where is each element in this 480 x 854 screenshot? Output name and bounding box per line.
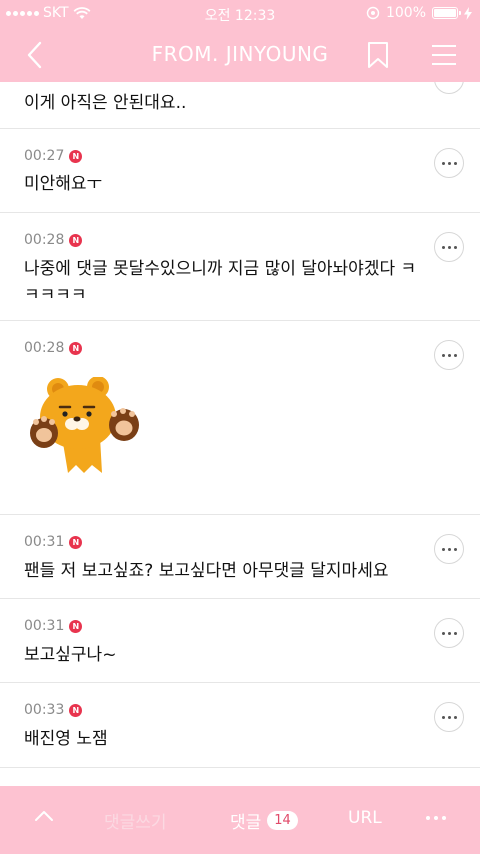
message-time: 00:33 — [24, 702, 65, 718]
message-meta: 00:28 N — [24, 232, 83, 248]
message-meta: 00:31 N — [24, 618, 83, 634]
comments-button[interactable]: 댓글 14 — [230, 808, 298, 833]
new-badge: N — [69, 341, 83, 355]
message-item: 00:28 N — [0, 321, 480, 515]
chevron-up-icon — [35, 811, 53, 821]
message-item: 이게 아직은 안된대요.. — [0, 82, 480, 129]
more-menu-button[interactable] — [426, 816, 446, 820]
write-comment-label: 댓글쓰기 — [104, 813, 167, 833]
status-bar: SKT 오전 12:33 100% — [0, 0, 480, 28]
orientation-lock-icon — [366, 6, 380, 20]
new-badge: N — [69, 233, 83, 247]
message-time: 00:31 — [24, 618, 65, 634]
page-title: FROM. JINYOUNG — [151, 42, 329, 66]
top-bar: SKT 오전 12:33 100% FROM. JINYOUNG — [0, 0, 480, 82]
charging-bolt-icon — [464, 6, 472, 20]
message-text: 팬들 저 보고싶죠? 보고싶다면 아무댓글 달지마세요 — [24, 561, 389, 581]
nav-bar: FROM. JINYOUNG — [0, 28, 480, 82]
more-options-button[interactable] — [434, 82, 464, 94]
message-text: 나중에 댓글 못달수있으니까 지금 많이 달아놔야겠다 ㅋㅋㅋㅋㅋ — [24, 259, 417, 305]
new-badge: N — [69, 619, 83, 633]
new-badge: N — [69, 149, 83, 163]
battery-percent: 100% — [385, 5, 426, 21]
message-time: 00:28 — [24, 340, 65, 356]
menu-button[interactable] — [424, 38, 464, 72]
message-item: 00:31 N 보고싶구나~ — [0, 599, 480, 683]
new-badge: N — [69, 703, 83, 717]
message-text: 보고싶구나~ — [24, 645, 117, 665]
more-options-button[interactable] — [434, 702, 464, 732]
message-item: 00:33 N 배진영 노잼 — [0, 683, 480, 768]
comments-label: 댓글 — [230, 813, 262, 833]
more-options-button[interactable] — [434, 534, 464, 564]
message-text: 이게 아직은 안된대요.. — [24, 93, 187, 113]
hamburger-menu-icon — [432, 45, 456, 65]
status-right: 100% — [366, 5, 472, 21]
message-list[interactable]: 이게 아직은 안된대요.. 00:27 N 미안해요ㅜ 00:28 N 나중에 … — [0, 82, 480, 786]
message-item: 00:27 N 미안해요ㅜ — [0, 129, 480, 213]
bookmark-icon — [368, 42, 388, 68]
more-options-button[interactable] — [434, 232, 464, 262]
comments-count-badge: 14 — [267, 811, 298, 830]
message-meta: 00:27 N — [24, 148, 83, 164]
more-options-button[interactable] — [434, 148, 464, 178]
bottom-bar: 댓글쓰기 댓글 14 URL — [0, 786, 480, 854]
lion-bear-character-sticker — [30, 377, 139, 473]
more-options-button[interactable] — [434, 340, 464, 370]
message-item: 00:31 N 팬들 저 보고싶죠? 보고싶다면 아무댓글 달지마세요 — [0, 515, 480, 599]
message-meta: 00:33 N — [24, 702, 83, 718]
message-meta: 00:28 N — [24, 340, 83, 356]
more-dots-icon — [426, 816, 446, 820]
message-time: 00:31 — [24, 534, 65, 550]
message-text: 배진영 노잼 — [24, 729, 108, 749]
message-time: 00:27 — [24, 148, 65, 164]
message-time: 00:28 — [24, 232, 65, 248]
more-options-button[interactable] — [434, 618, 464, 648]
message-text: 미안해요ㅜ — [24, 174, 103, 194]
url-label: URL — [348, 808, 382, 828]
bookmark-button[interactable] — [358, 38, 398, 72]
message-meta: 00:31 N — [24, 534, 83, 550]
new-badge: N — [69, 535, 83, 549]
url-button[interactable]: URL — [348, 808, 382, 828]
write-comment-button[interactable]: 댓글쓰기 — [104, 808, 167, 833]
scroll-up-button[interactable] — [34, 810, 54, 822]
battery-icon — [432, 7, 461, 19]
message-item: 00:28 N 나중에 댓글 못달수있으니까 지금 많이 달아놔야겠다 ㅋㅋㅋㅋ… — [0, 213, 480, 321]
